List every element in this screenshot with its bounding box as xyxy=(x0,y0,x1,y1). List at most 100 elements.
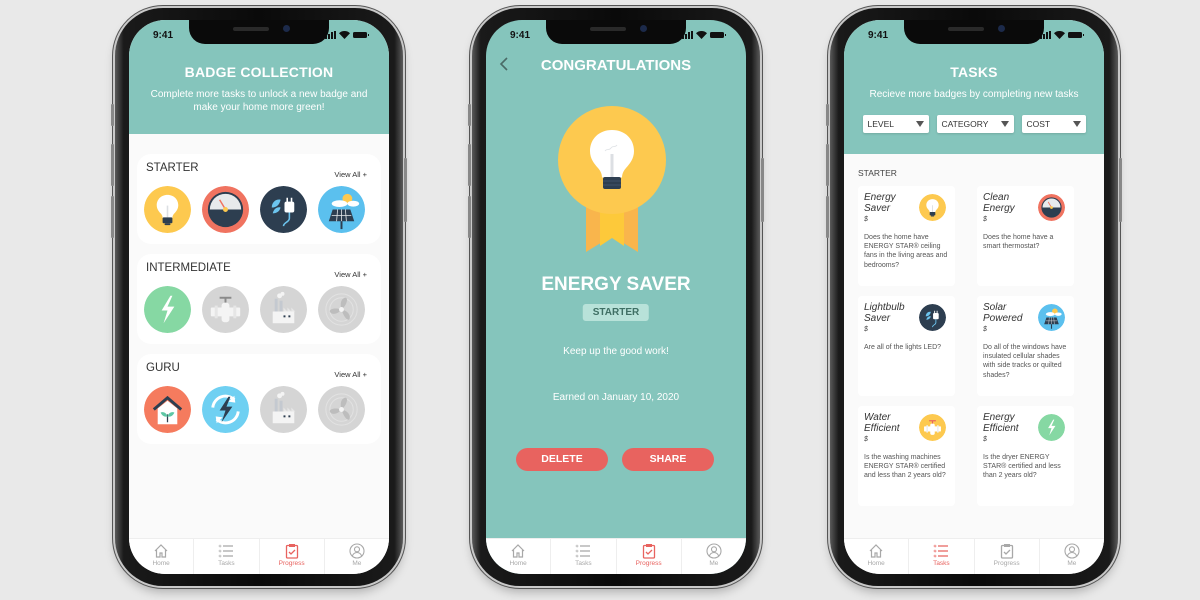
view-all-link[interactable]: View All + xyxy=(334,270,367,279)
screen: 9:41 TASKS Recieve more badges by comple… xyxy=(844,20,1104,574)
mute-switch xyxy=(111,104,114,126)
factory-icon xyxy=(260,386,307,433)
green-home-icon xyxy=(144,386,191,433)
task-description: Are all of the lights LED? xyxy=(864,344,942,351)
power-button xyxy=(404,158,407,222)
section-title: GURU xyxy=(146,362,180,374)
task-card[interactable]: Water Efficient $ Is the washing machine… xyxy=(858,406,955,506)
solar-panel-badge[interactable] xyxy=(318,186,365,233)
task-description: Is the washing machines ENERGY STAR® cer… xyxy=(864,454,946,480)
lightbulb-icon xyxy=(919,194,946,221)
page-title: BADGE COLLECTION xyxy=(184,64,334,80)
section-title: STARTER xyxy=(146,162,199,174)
factory-icon xyxy=(260,286,307,333)
volume-up-button xyxy=(826,144,829,186)
gauge-icon xyxy=(202,186,249,233)
task-card[interactable]: Clean Energy $ Does the home have a smar… xyxy=(977,186,1074,286)
task-card[interactable]: Energy Saver $ Does the home have ENERGY… xyxy=(858,186,955,286)
tab-label: Me xyxy=(709,560,719,567)
tab-label: Progress xyxy=(635,560,662,567)
level-filter-dropdown[interactable]: LEVEL xyxy=(862,115,929,133)
tab-tasks[interactable]: Tasks xyxy=(551,539,617,574)
task-card[interactable]: Solar Powered $ Do all of the windows ha… xyxy=(977,296,1074,396)
phone-congratulations: 9:41 CONGRATULATIONS ENERGY SAVER STARTE… xyxy=(468,8,764,586)
tab-home[interactable]: Home xyxy=(486,539,552,574)
screen: 9:41 BADGE COLLECTION Complete more task… xyxy=(129,20,389,574)
battery-icon xyxy=(710,32,726,38)
notch xyxy=(546,20,686,44)
tab-tasks[interactable]: Tasks xyxy=(194,539,260,574)
task-description: Is the dryer ENERGY STAR® certified and … xyxy=(983,454,1061,480)
section-title: INTERMEDIATE xyxy=(146,262,231,274)
factory-badge-locked[interactable] xyxy=(260,386,307,433)
volume-down-button xyxy=(111,196,114,238)
factory-badge-locked[interactable] xyxy=(260,286,307,333)
power-button xyxy=(761,158,764,222)
fan-badge-locked[interactable] xyxy=(318,386,365,433)
task-title: Water Efficient xyxy=(864,412,900,434)
tab-me[interactable]: Me xyxy=(325,539,389,574)
tab-label: Home xyxy=(152,560,170,567)
lightning-badge[interactable] xyxy=(144,286,191,333)
page-subtitle: Complete more tasks to unlock a new badg… xyxy=(150,89,368,113)
task-card[interactable]: Energy Efficient $ Is the dryer ENERGY S… xyxy=(977,406,1074,506)
status-time: 9:41 xyxy=(153,29,174,41)
gauge-badge[interactable] xyxy=(202,186,249,233)
filter-label: LEVEL xyxy=(867,119,894,129)
list-icon xyxy=(934,544,949,558)
volume-up-button xyxy=(111,144,114,186)
lightning-icon xyxy=(1038,414,1065,441)
fan-icon xyxy=(318,286,365,333)
tab-me[interactable]: Me xyxy=(1040,539,1104,574)
task-description: Does the home have a smart thermostat? xyxy=(983,234,1054,251)
tab-home[interactable]: Home xyxy=(844,539,910,574)
page-subtitle: Recieve more badges by completing new ta… xyxy=(869,89,1079,100)
encouragement-message: Keep up the good work! xyxy=(563,346,669,357)
tab-label: Progress xyxy=(278,560,305,567)
level-badge: STARTER xyxy=(582,304,650,321)
renewable-energy-icon xyxy=(202,386,249,433)
energy-saver-medal-icon xyxy=(558,106,666,252)
share-button[interactable]: SHARE xyxy=(622,448,714,471)
delete-button[interactable]: DELETE xyxy=(516,448,608,471)
view-all-link[interactable]: View All + xyxy=(334,170,367,179)
task-description: Do all of the windows have insulated cel… xyxy=(983,344,1067,379)
tab-label: Me xyxy=(352,560,362,567)
wifi-icon xyxy=(1054,31,1065,39)
eco-plug-badge[interactable] xyxy=(260,186,307,233)
tab-tasks[interactable]: Tasks xyxy=(909,539,975,574)
home-icon xyxy=(869,544,883,558)
cost-filter-dropdown[interactable]: COST xyxy=(1021,115,1086,133)
volume-down-button xyxy=(468,196,471,238)
renewable-energy-badge[interactable] xyxy=(202,386,249,433)
fan-badge-locked[interactable] xyxy=(318,286,365,333)
user-icon xyxy=(349,543,365,559)
gauge-icon xyxy=(1038,194,1065,221)
dropdown-arrow-icon xyxy=(915,121,924,127)
user-icon xyxy=(706,543,722,559)
tab-label: Progress xyxy=(993,560,1020,567)
solar-panel-icon xyxy=(1038,304,1065,331)
tab-progress[interactable]: Progress xyxy=(260,539,325,574)
mute-switch xyxy=(468,104,471,126)
tab-me[interactable]: Me xyxy=(682,539,746,574)
tab-label: Tasks xyxy=(218,560,235,567)
wifi-icon xyxy=(339,31,350,39)
tab-home[interactable]: Home xyxy=(129,539,195,574)
earned-date: Earned on January 10, 2020 xyxy=(552,392,680,403)
task-card[interactable]: Lightbulb Saver $ Are all of the lights … xyxy=(858,296,955,396)
tab-progress[interactable]: Progress xyxy=(975,539,1040,574)
tab-progress[interactable]: Progress xyxy=(617,539,682,574)
screen: 9:41 CONGRATULATIONS ENERGY SAVER STARTE… xyxy=(486,20,746,574)
category-filter-dropdown[interactable]: CATEGORY xyxy=(936,115,1014,133)
lightbulb-badge[interactable] xyxy=(144,186,191,233)
dropdown-arrow-icon xyxy=(1072,121,1081,127)
water-pipe-badge-locked[interactable] xyxy=(202,286,249,333)
tab-bar: Home Tasks Progress Me xyxy=(844,538,1104,574)
page-title: CONGRATULATIONS xyxy=(540,57,692,74)
view-all-link[interactable]: View All + xyxy=(334,370,367,379)
green-home-badge[interactable] xyxy=(144,386,191,433)
page-title: TASKS xyxy=(950,64,998,80)
tab-bar: Home Tasks Progress Me xyxy=(486,538,746,574)
eco-plug-icon xyxy=(919,304,946,331)
